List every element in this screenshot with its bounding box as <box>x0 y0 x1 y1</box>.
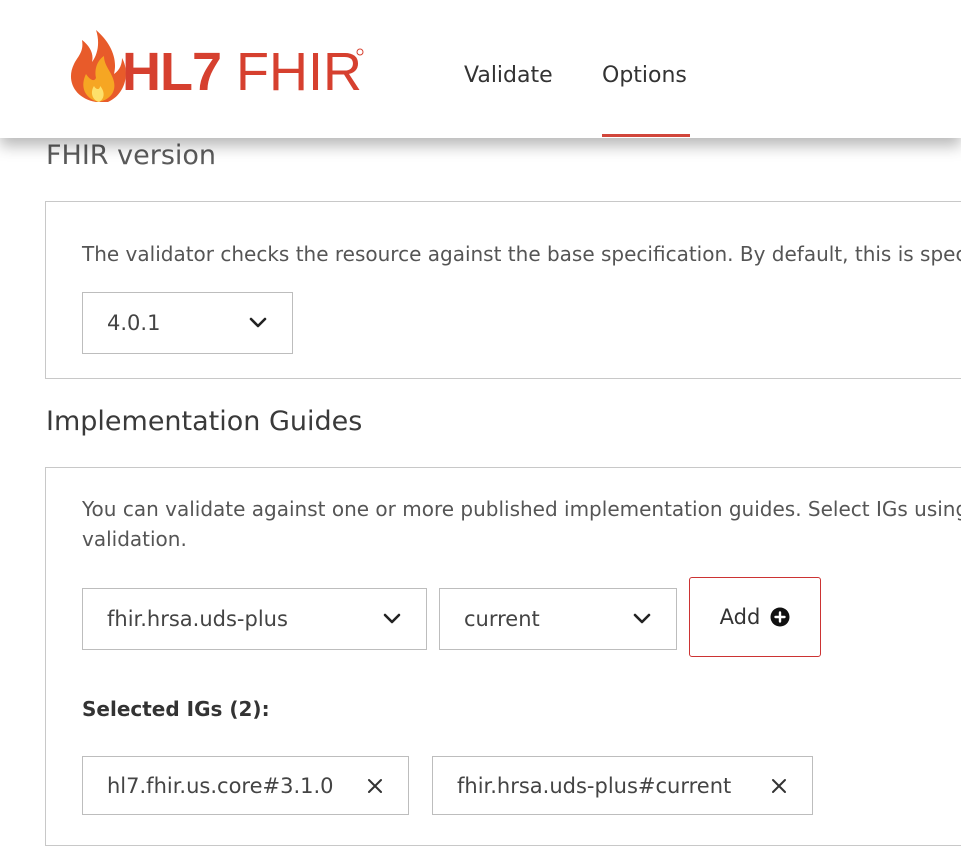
ig-description-line-2: validation. <box>82 527 187 551</box>
close-icon[interactable] <box>770 777 788 795</box>
fhir-version-panel: The validator checks the resource agains… <box>45 201 961 379</box>
chevron-down-icon <box>249 317 267 328</box>
add-button-label: Add <box>719 605 761 629</box>
ig-select[interactable]: fhir.hrsa.uds-plus <box>82 588 427 650</box>
flame-logo-icon: HL7 FHIR <box>70 30 364 102</box>
chevron-down-icon <box>633 613 651 624</box>
close-icon[interactable] <box>366 777 384 795</box>
selected-ig-chip: fhir.hrsa.uds-plus#current <box>432 756 813 815</box>
ig-version-value: current <box>464 607 540 631</box>
ig-version-select[interactable]: current <box>439 588 677 650</box>
fhir-version-select[interactable]: 4.0.1 <box>82 292 293 354</box>
tab-options[interactable]: Options <box>602 63 687 88</box>
active-tab-indicator <box>602 134 690 137</box>
fhir-version-heading: FHIR version <box>46 140 217 171</box>
ig-description: You can validate against one or more pub… <box>82 494 961 554</box>
svg-text:HL7: HL7 <box>122 42 221 102</box>
selected-ig-label: fhir.hrsa.uds-plus#current <box>457 773 732 798</box>
fhir-version-description: The validator checks the resource agains… <box>82 242 961 266</box>
plus-circle-icon <box>770 607 790 627</box>
selected-igs-label: Selected IGs (2): <box>82 697 270 721</box>
tab-validate[interactable]: Validate <box>464 63 553 88</box>
hl7-fhir-logo[interactable]: HL7 FHIR <box>66 28 366 104</box>
selected-ig-label: hl7.fhir.us.core#3.1.0 <box>107 773 334 798</box>
ig-description-line-1: You can validate against one or more pub… <box>82 497 961 521</box>
top-nav-bar: HL7 FHIR Validate Options <box>0 0 961 138</box>
implementation-guides-panel: You can validate against one or more pub… <box>45 467 961 846</box>
chevron-down-icon <box>383 613 401 624</box>
fhir-version-value: 4.0.1 <box>107 311 161 335</box>
implementation-guides-heading: Implementation Guides <box>46 406 363 437</box>
selected-ig-chip: hl7.fhir.us.core#3.1.0 <box>82 756 409 815</box>
add-ig-button[interactable]: Add <box>689 577 821 657</box>
ig-select-value: fhir.hrsa.uds-plus <box>107 607 288 631</box>
svg-text:FHIR: FHIR <box>236 42 362 102</box>
